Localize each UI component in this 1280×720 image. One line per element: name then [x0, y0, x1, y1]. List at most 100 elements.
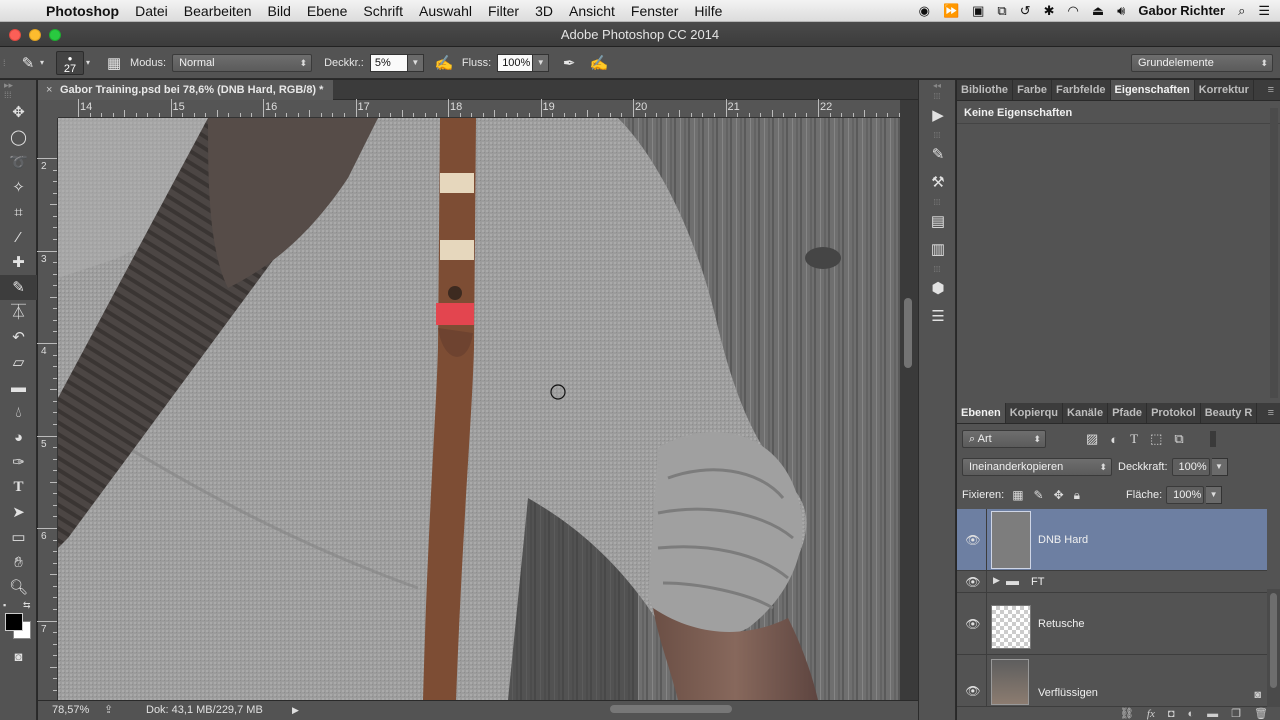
layers-scrollbar[interactable]	[1267, 589, 1280, 707]
filter-type-layers-icon[interactable]: T	[1130, 431, 1138, 447]
tab-pfade[interactable]: Pfade	[1108, 403, 1148, 423]
status-menu-arrow-icon[interactable]: ▶	[292, 701, 299, 720]
blur-tool-icon[interactable]: 💧︎	[0, 400, 37, 425]
history-brush-tool-icon[interactable]: ↶	[0, 325, 37, 350]
menu-ansicht[interactable]: Ansicht	[561, 3, 623, 19]
brush-preset-icon[interactable]: ✎	[16, 54, 40, 72]
layer-row-retusche[interactable]: 👁︎ Retusche	[957, 593, 1267, 655]
size-pressure-icon[interactable]: ✍	[587, 54, 611, 72]
visibility-eye-icon[interactable]: 👁︎	[963, 617, 983, 631]
document-tab[interactable]: × Gabor Training.psd bei 78,6% (DNB Hard…	[38, 80, 334, 100]
flow-field[interactable]: 100%	[497, 53, 534, 72]
character-panel-icon[interactable]: ▤	[919, 208, 957, 236]
zoom-tool-icon[interactable]: 🔍︎	[0, 575, 37, 600]
visibility-eye-icon[interactable]: 👁︎	[963, 684, 983, 698]
brush-presets-panel-icon[interactable]: ✎	[919, 141, 957, 169]
menu-auswahl[interactable]: Auswahl	[411, 3, 480, 19]
ruler-origin[interactable]	[38, 100, 58, 118]
tab-farbe[interactable]: Farbe	[1013, 80, 1053, 100]
tab-bibliotheken[interactable]: Bibliothe	[957, 80, 1014, 100]
volume-icon[interactable]: 🔊︎	[1117, 3, 1125, 19]
expand-group-icon[interactable]: ▶	[993, 575, 1000, 586]
time-machine-icon[interactable]: ↺	[1020, 3, 1031, 19]
eject-icon[interactable]: ⏏	[1092, 3, 1104, 19]
menu-bild[interactable]: Bild	[260, 3, 299, 19]
vertical-ruler[interactable]: 2 3 4 5 6 7	[37, 118, 58, 703]
lock-all-icon[interactable]: 🔒︎	[1074, 488, 1080, 503]
dock-grip[interactable]: ◂◂	[919, 80, 955, 91]
zoom-window-button[interactable]	[49, 29, 61, 41]
actions-panel-icon[interactable]: ▶	[919, 102, 957, 130]
close-window-button[interactable]	[9, 29, 21, 41]
tab-kopierquelle[interactable]: Kopierqu	[1006, 403, 1064, 423]
tab-eigenschaften[interactable]: Eigenschaften	[1110, 80, 1195, 100]
vertical-scroll-thumb[interactable]	[904, 298, 912, 368]
layer-row-ft-group[interactable]: 👁︎ ▶ ▬ FT	[957, 571, 1267, 593]
menu-app-photoshop[interactable]: Photoshop	[44, 3, 127, 19]
menu-3d[interactable]: 3D	[527, 3, 561, 19]
mode-select[interactable]: Normal ⬍	[172, 53, 313, 72]
tab-farbfelder[interactable]: Farbfelde	[1052, 80, 1111, 100]
lock-transparency-icon[interactable]: ▦	[1012, 488, 1023, 502]
foreground-color-swatch[interactable]	[5, 613, 23, 631]
tool-presets-panel-icon[interactable]: ⚒	[919, 169, 957, 197]
menu-fenster[interactable]: Fenster	[623, 3, 686, 19]
panel-menu-icon[interactable]: ≡	[1262, 403, 1280, 423]
brush-tool-icon[interactable]: ✎	[0, 275, 37, 300]
zoom-level[interactable]: 78,57%	[52, 701, 89, 720]
layer-row-verfluessigen[interactable]: 👁︎ Verflüssigen ◙	[957, 655, 1267, 707]
swap-colors-icon[interactable]: ⇆	[23, 600, 31, 611]
tab-protokoll[interactable]: Protokol	[1147, 403, 1201, 423]
search-icon[interactable]: ⌕	[1238, 3, 1245, 19]
dodge-tool-icon[interactable]: ◕	[0, 425, 37, 450]
opacity-pressure-icon[interactable]: ✍	[432, 54, 456, 72]
visibility-eye-icon[interactable]: 👁︎	[963, 575, 983, 589]
clone-stamp-tool-icon[interactable]: ⏄	[0, 300, 37, 325]
rectangle-tool-icon[interactable]: ▭	[0, 525, 37, 550]
layers-scroll-thumb[interactable]	[1270, 593, 1277, 688]
menu-bearbeiten[interactable]: Bearbeiten	[176, 3, 260, 19]
brush-size-picker[interactable]: ● 27	[56, 50, 85, 75]
canvas-vertical-scrollbar[interactable]	[900, 100, 918, 700]
record-icon[interactable]: ◉	[919, 3, 930, 19]
share-icon[interactable]: ⇪	[104, 701, 113, 720]
fill-field[interactable]: 100%	[1166, 486, 1205, 504]
close-document-icon[interactable]: ×	[46, 80, 52, 100]
filter-toggle-switch[interactable]	[1209, 431, 1216, 447]
flow-dropdown-button[interactable]: ▼	[533, 53, 550, 72]
tab-beauty-retouch[interactable]: Beauty R	[1201, 403, 1258, 423]
tab-ebenen[interactable]: Ebenen	[957, 403, 1006, 423]
eraser-tool-icon[interactable]: ▱	[0, 350, 37, 375]
opacity-field[interactable]: 5%	[369, 53, 408, 72]
bluetooth-icon[interactable]: ✱	[1044, 3, 1055, 19]
workspace-select[interactable]: Grundelemente ⬍	[1131, 53, 1273, 72]
quick-selection-tool-icon[interactable]: ✧	[0, 175, 37, 200]
brush-preset-dropdown-arrow[interactable]: ▾	[40, 58, 44, 67]
layer-filter-select[interactable]: ⌕ Art ⬍	[962, 430, 1046, 448]
layer-row-dnb-hard[interactable]: 👁︎ DNB Hard	[957, 509, 1267, 571]
notification-list-icon[interactable]: ☰	[1258, 3, 1270, 19]
delete-layer-icon[interactable]: 🗑︎	[1254, 707, 1268, 720]
document-canvas[interactable]	[58, 118, 900, 700]
tab-kanaele[interactable]: Kanäle	[1063, 403, 1109, 423]
image-capture-icon[interactable]: ⧉	[997, 3, 1006, 19]
crop-tool-icon[interactable]: ⌗	[0, 200, 37, 225]
quick-mask-icon[interactable]: ◙	[0, 644, 37, 669]
hand-tool-icon[interactable]: ✋︎	[0, 550, 37, 575]
filter-adjustment-layers-icon[interactable]: ◐	[1110, 432, 1118, 447]
paragraph-panel-icon[interactable]: ▥	[919, 236, 957, 264]
horizontal-ruler[interactable]: 14 15 16 17 18 19 20 21 22	[58, 99, 900, 118]
fast-forward-icon[interactable]: ⏩	[943, 3, 959, 19]
user-name[interactable]: Gabor Richter	[1138, 3, 1225, 18]
opacity-dropdown-button[interactable]: ▼	[407, 53, 424, 72]
filter-smart-objects-icon[interactable]: ⧉	[1174, 431, 1183, 447]
menu-datei[interactable]: Datei	[127, 3, 176, 19]
layer-opacity-field[interactable]: 100%	[1171, 458, 1210, 476]
menu-ebene[interactable]: Ebene	[299, 3, 355, 19]
new-adjustment-layer-icon[interactable]: ◐	[1188, 708, 1195, 720]
brush-size-dropdown-arrow[interactable]: ▾	[86, 58, 90, 67]
path-selection-tool-icon[interactable]: ➤	[0, 500, 37, 525]
lasso-tool-icon[interactable]: ➰	[0, 150, 37, 175]
airbrush-icon[interactable]: ✒	[557, 54, 581, 72]
properties-scrollbar[interactable]	[1270, 108, 1278, 398]
